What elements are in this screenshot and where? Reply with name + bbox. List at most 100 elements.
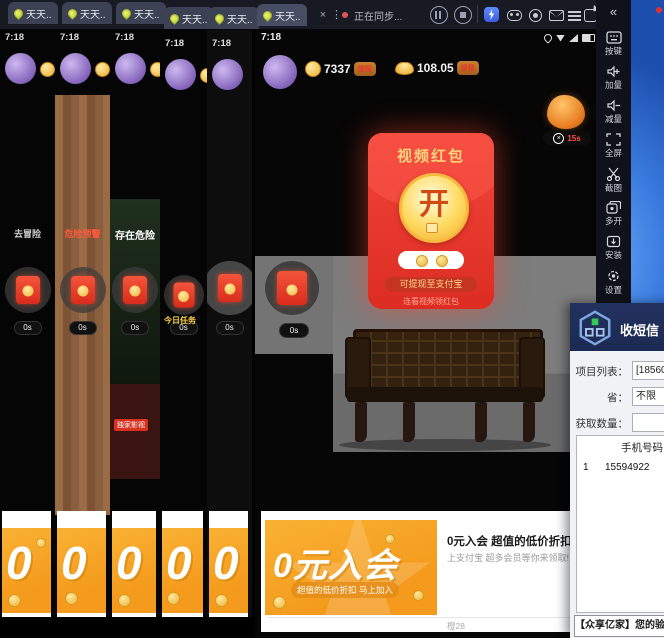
ad-card[interactable]: 0 [112, 511, 156, 617]
coin-icon [273, 596, 286, 609]
wooden-bench-image [347, 329, 543, 453]
avatar [60, 53, 91, 84]
emulator-window-1[interactable]: 7:18 去冒险 0s 0 [0, 29, 58, 638]
tab-instance-4[interactable]: 天天.. [164, 7, 214, 29]
sidebar-item-screenshot[interactable]: 截图 [596, 166, 631, 198]
app-pin-icon [261, 9, 274, 22]
sidebar-item-settings[interactable]: 设置 [596, 268, 631, 300]
withdraw-ingot-button[interactable]: 提现 [457, 61, 479, 75]
ad-banner: 0 [57, 528, 106, 613]
emulator-window-2[interactable]: 7:18 危险预警 0s 0 [55, 29, 113, 638]
status-time: 7:18 [261, 32, 281, 43]
status-time: 7:18 [60, 32, 79, 43]
tab-bar: 天天.. 天天.. 天天.. 天天.. 天天.. 天天.. × ⋮ 正在同步..… [0, 0, 598, 30]
ad-banner: 0 [162, 528, 203, 613]
message-icon[interactable] [549, 10, 564, 21]
app-pin-icon [213, 12, 226, 25]
letterbox [55, 617, 110, 638]
video-frame [110, 384, 160, 479]
coin-icon [40, 62, 55, 77]
coin-icon [385, 534, 395, 544]
emulator-window-4[interactable]: 7:18 0s 今日任务 0 [160, 29, 210, 638]
timer-badge: 0s [69, 321, 97, 335]
tab-instance-1[interactable]: 天天.. [8, 2, 58, 24]
emulator-window-5[interactable]: 7:18 0s 0 [207, 29, 255, 638]
stop-sync-button[interactable] [454, 6, 472, 24]
video-overlay-text: 存在危险 [112, 227, 158, 242]
coin-count: 7337 [324, 62, 351, 76]
emulator-window-3[interactable]: 7:18 存在危险 0s 独家影视 0 [110, 29, 163, 638]
phone-number-cell[interactable]: 15594922 [605, 462, 650, 473]
ingot-counter[interactable]: 108.05 提现 [395, 61, 479, 75]
sidebar-item-keymapping[interactable]: 按键 [596, 30, 631, 62]
divider [477, 5, 478, 23]
banner-text: 0 [166, 536, 192, 590]
sidebar-item-label: 按键 [596, 45, 631, 57]
sidebar-item-multi-instance[interactable]: 多开 [596, 200, 631, 232]
coin-icon [36, 538, 46, 548]
close-tab-icon[interactable]: × [317, 9, 329, 21]
avatar[interactable] [263, 55, 297, 89]
avatar [165, 59, 196, 90]
video-overlay-text: 危险预警 [57, 227, 108, 240]
pendant-timer-pill[interactable]: × 15s [543, 131, 591, 145]
popup-title: 视频红包 [368, 145, 494, 166]
divider [267, 617, 593, 618]
ad-card[interactable]: 0 [209, 511, 248, 617]
ad-card[interactable]: 0 [57, 511, 106, 617]
popup-note: 连看视频领红包 [368, 296, 494, 307]
tab-menu-icon[interactable]: ⋮ [331, 8, 341, 21]
withdraw-ribbon: 可提现至支付宝 [385, 277, 477, 292]
notification-dot [656, 7, 662, 13]
ad-card[interactable]: 0 [162, 511, 203, 617]
tab-instance-6-active[interactable]: 天天.. [257, 4, 307, 26]
sms-tool-title: 收短信 [620, 320, 659, 339]
ingot-icon [395, 62, 414, 75]
tab-label: 天天.. [275, 8, 301, 23]
sidebar-item-volume-down[interactable]: 减量 [596, 98, 631, 130]
red-envelope-widget[interactable] [112, 267, 158, 313]
banner-text: 0 [61, 536, 87, 590]
red-envelope-widget[interactable] [207, 261, 255, 315]
record-icon[interactable] [529, 9, 542, 22]
collapse-sidebar-button[interactable]: « [596, 4, 631, 24]
red-envelope-icon [16, 276, 40, 304]
red-envelope-widget[interactable] [164, 275, 204, 315]
timer-badge: 0s [121, 321, 149, 335]
ad-banner-image[interactable]: 0元入会 超值的低价折扣 马上加入 [265, 520, 437, 615]
coin-icon [305, 61, 321, 77]
bonus-pendant[interactable]: × 15s [543, 95, 591, 147]
withdraw-coin-button[interactable]: 提现 [354, 62, 376, 76]
banner-title: 0元入会 [273, 538, 398, 587]
red-envelope-widget[interactable] [60, 267, 106, 313]
gamepad-icon[interactable] [507, 10, 522, 21]
sidebar-item-label: 加量 [596, 79, 631, 91]
red-envelope-widget[interactable] [5, 267, 51, 313]
close-icon[interactable]: × [553, 133, 564, 144]
province-dropdown[interactable]: 不限 [632, 387, 664, 406]
app-pin-icon [12, 7, 25, 20]
sidebar-item-fullscreen[interactable]: 全屏 [596, 132, 631, 164]
project-list-dropdown[interactable]: [18560 [632, 361, 664, 380]
ad-card[interactable]: 0 [2, 511, 51, 617]
phone-number-table: 手机号码 1 15594922 [576, 435, 664, 613]
quantity-input[interactable] [632, 413, 664, 432]
tab-instance-5[interactable]: 天天.. [209, 7, 259, 29]
pause-sync-button[interactable] [430, 6, 448, 24]
tab-instance-3[interactable]: 天天.. [116, 2, 166, 24]
sidebar-item-install-apk[interactable]: 安装 [596, 234, 631, 266]
boost-icon[interactable] [484, 7, 499, 22]
ad-card[interactable]: 0元入会 超值的低价折扣 马上加入 0元入会 超值的低价折扣 上支付宝 超多会员… [261, 511, 599, 632]
menu-icon[interactable] [568, 9, 583, 24]
timer-badge: 0s [279, 323, 309, 338]
banner-text: 0 [116, 536, 142, 590]
letterbox [207, 617, 252, 638]
tab-instance-2[interactable]: 天天.. [62, 2, 112, 24]
coin-icon [413, 590, 424, 601]
status-time: 7:18 [115, 32, 134, 43]
ad-banner: 0 [209, 528, 248, 613]
coin-counter[interactable]: 7337 提现 [305, 61, 376, 77]
sidebar-item-volume-up[interactable]: 加量 [596, 64, 631, 96]
red-envelope-widget[interactable] [265, 261, 319, 315]
sidebar-item-label: 减量 [596, 113, 631, 125]
